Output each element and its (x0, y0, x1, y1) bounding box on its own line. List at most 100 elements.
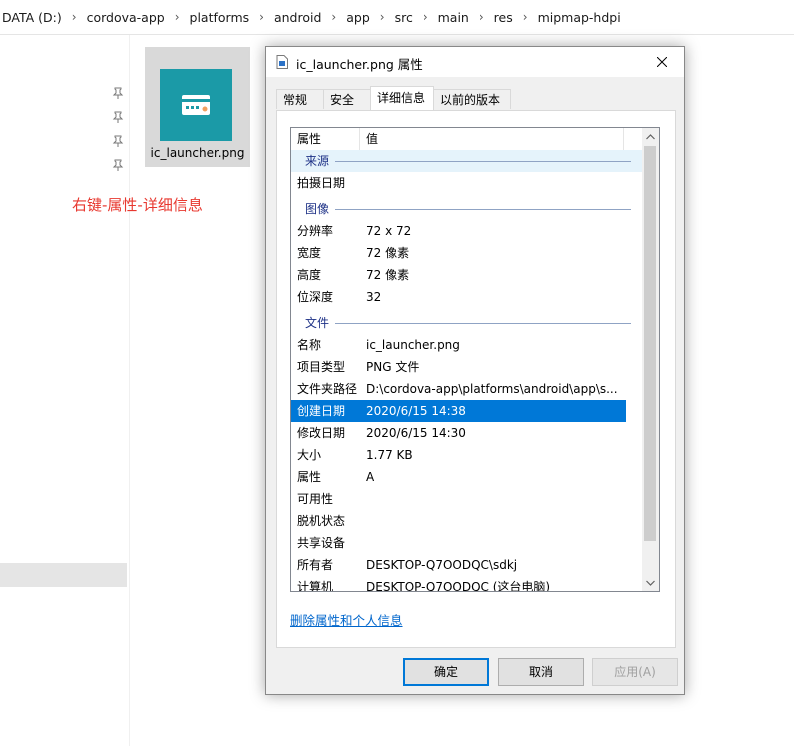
card-icon (182, 95, 210, 115)
property-value: ic_launcher.png (366, 338, 460, 352)
property-row-selected[interactable]: 创建日期 2020/6/15 14:38 (291, 400, 626, 422)
property-key: 分辨率 (297, 224, 334, 238)
pin-icon[interactable] (112, 135, 124, 147)
property-value: 1.77 KB (366, 448, 413, 462)
tab-general[interactable]: 常规 (276, 89, 324, 109)
property-key: 所有者 (297, 558, 334, 572)
chevron-right-icon[interactable]: › (477, 10, 486, 24)
breadcrumb-item[interactable]: DATA (D:) (0, 10, 70, 25)
remove-properties-link[interactable]: 删除属性和个人信息 (290, 610, 403, 629)
property-row[interactable]: 宽度 72 像素 (291, 242, 626, 264)
tab-security[interactable]: 安全 (323, 89, 371, 109)
chevron-right-icon[interactable]: › (378, 10, 387, 24)
property-key: 文件夹路径 (297, 382, 358, 396)
chevron-right-icon[interactable]: › (421, 10, 430, 24)
property-row[interactable]: 高度 72 像素 (291, 264, 626, 286)
breadcrumb-item[interactable]: app (338, 10, 378, 25)
property-key: 项目类型 (297, 360, 346, 374)
details-panel: 属性 值 来源 拍摄日期 图像 分辨率 72 x 72 宽度 72 像素 高度 … (276, 110, 676, 648)
scroll-thumb[interactable] (644, 146, 656, 541)
property-value: 72 像素 (366, 246, 410, 260)
pin-icon[interactable] (112, 159, 124, 171)
chevron-right-icon[interactable]: › (329, 10, 338, 24)
property-value: 2020/6/15 14:38 (366, 404, 466, 418)
tab-details[interactable]: 详细信息 (370, 86, 434, 110)
scroll-up-button[interactable] (642, 128, 659, 145)
property-key: 拍摄日期 (297, 176, 346, 190)
cancel-button[interactable]: 取消 (498, 658, 584, 686)
property-key: 脱机状态 (297, 514, 346, 528)
property-value: DESKTOP-Q7OODQC\sdkj (366, 558, 518, 572)
group-header-source[interactable]: 来源 (291, 150, 643, 172)
property-key: 修改日期 (297, 426, 346, 440)
property-value: 72 像素 (366, 268, 410, 282)
apply-button[interactable]: 应用(A) (592, 658, 678, 686)
breadcrumb-item[interactable]: main (430, 10, 477, 25)
column-divider[interactable] (623, 128, 624, 150)
dialog-titlebar[interactable]: ic_launcher.png 属性 (266, 47, 684, 77)
property-row[interactable]: 共享设备 (291, 532, 626, 554)
property-row[interactable]: 修改日期 2020/6/15 14:30 (291, 422, 626, 444)
column-headers: 属性 值 (291, 128, 643, 152)
property-value: DESKTOP-Q7OODQC (这台电脑) (366, 580, 551, 592)
scroll-down-button[interactable] (642, 574, 659, 591)
chevron-down-icon (646, 580, 655, 586)
group-label: 文件 (305, 316, 330, 330)
annotation-text: 右键-属性-详细信息 (72, 196, 203, 214)
property-row[interactable]: 拍摄日期 (291, 172, 626, 194)
chevron-right-icon[interactable]: › (70, 10, 79, 24)
chevron-right-icon[interactable]: › (173, 10, 182, 24)
breadcrumb-item[interactable]: platforms (182, 10, 258, 25)
property-row[interactable]: 计算机 DESKTOP-Q7OODQC (这台电脑) (291, 576, 626, 592)
breadcrumb-item[interactable]: android (266, 10, 329, 25)
property-row[interactable]: 位深度 32 (291, 286, 626, 308)
dialog-title: ic_launcher.png 属性 (296, 57, 423, 72)
property-key: 高度 (297, 268, 322, 282)
properties-list[interactable]: 属性 值 来源 拍摄日期 图像 分辨率 72 x 72 宽度 72 像素 高度 … (290, 127, 660, 592)
group-divider (335, 323, 631, 324)
breadcrumb-item[interactable]: src (387, 10, 421, 25)
property-row[interactable]: 项目类型 PNG 文件 (291, 356, 626, 378)
property-row[interactable]: 所有者 DESKTOP-Q7OODQC\sdkj (291, 554, 626, 576)
nav-item-selected[interactable] (0, 563, 127, 587)
pin-icon[interactable] (112, 111, 124, 123)
property-value: 2020/6/15 14:30 (366, 426, 466, 440)
close-button[interactable] (640, 47, 684, 77)
navigation-pane (0, 35, 130, 746)
property-value: D:\cordova-app\platforms\android\app\s..… (366, 382, 618, 396)
column-header-property[interactable]: 属性 (291, 128, 359, 150)
property-row[interactable]: 分辨率 72 x 72 (291, 220, 626, 242)
group-divider (335, 209, 631, 210)
file-item[interactable]: ic_launcher.png (145, 47, 250, 167)
breadcrumb: DATA (D:) › cordova-app › platforms › an… (0, 0, 794, 35)
file-name: ic_launcher.png (150, 146, 245, 160)
group-header-file[interactable]: 文件 (291, 312, 643, 334)
property-row[interactable]: 名称 ic_launcher.png (291, 334, 626, 356)
chevron-right-icon[interactable]: › (521, 10, 530, 24)
property-row[interactable]: 可用性 (291, 488, 626, 510)
property-value: A (366, 470, 375, 484)
property-key: 宽度 (297, 246, 322, 260)
tab-previous-versions[interactable]: 以前的版本 (433, 89, 511, 109)
column-header-value[interactable]: 值 (360, 128, 623, 150)
property-row[interactable]: 大小 1.77 KB (291, 444, 626, 466)
group-label: 来源 (305, 154, 330, 168)
property-key: 大小 (297, 448, 322, 462)
group-header-image[interactable]: 图像 (291, 198, 643, 220)
property-row[interactable]: 属性 A (291, 466, 626, 488)
group-divider (335, 161, 631, 162)
breadcrumb-item[interactable]: mipmap-hdpi (530, 10, 629, 25)
property-key: 位深度 (297, 290, 334, 304)
property-value: PNG 文件 (366, 360, 420, 374)
vertical-scrollbar[interactable] (642, 128, 659, 591)
ok-button[interactable]: 确定 (403, 658, 489, 686)
property-row[interactable]: 文件夹路径 D:\cordova-app\platforms\android\a… (291, 378, 626, 400)
pin-icon[interactable] (112, 87, 124, 99)
breadcrumb-item[interactable]: cordova-app (79, 10, 173, 25)
breadcrumb-item[interactable]: res (486, 10, 521, 25)
property-row[interactable]: 脱机状态 (291, 510, 626, 532)
group-label: 图像 (305, 202, 330, 216)
property-key: 可用性 (297, 492, 334, 506)
properties-dialog: ic_launcher.png 属性 常规 安全 详细信息 以前的版本 属性 值… (265, 46, 685, 695)
chevron-right-icon[interactable]: › (257, 10, 266, 24)
